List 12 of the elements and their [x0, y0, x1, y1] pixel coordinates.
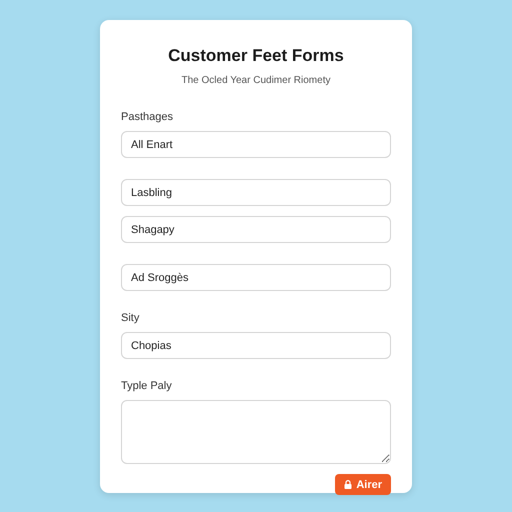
- input-field[interactable]: Shagapy: [121, 216, 391, 243]
- input-field[interactable]: Lasbling: [121, 179, 391, 206]
- input-field[interactable]: Ad Sroggès: [121, 264, 391, 291]
- text-area[interactable]: [121, 400, 391, 464]
- field-label: Typle Paly: [121, 380, 172, 392]
- field-label: Pasthages: [121, 111, 173, 123]
- input-field[interactable]: Chopias: [121, 332, 391, 359]
- form-subtitle: The Ocled Year Cudimer Riomety: [180, 75, 332, 86]
- form-title: Customer Feet Forms: [167, 46, 345, 66]
- field-label: Sity: [121, 312, 140, 324]
- input-field[interactable]: All Enart: [121, 131, 391, 158]
- lock-icon: [344, 480, 352, 489]
